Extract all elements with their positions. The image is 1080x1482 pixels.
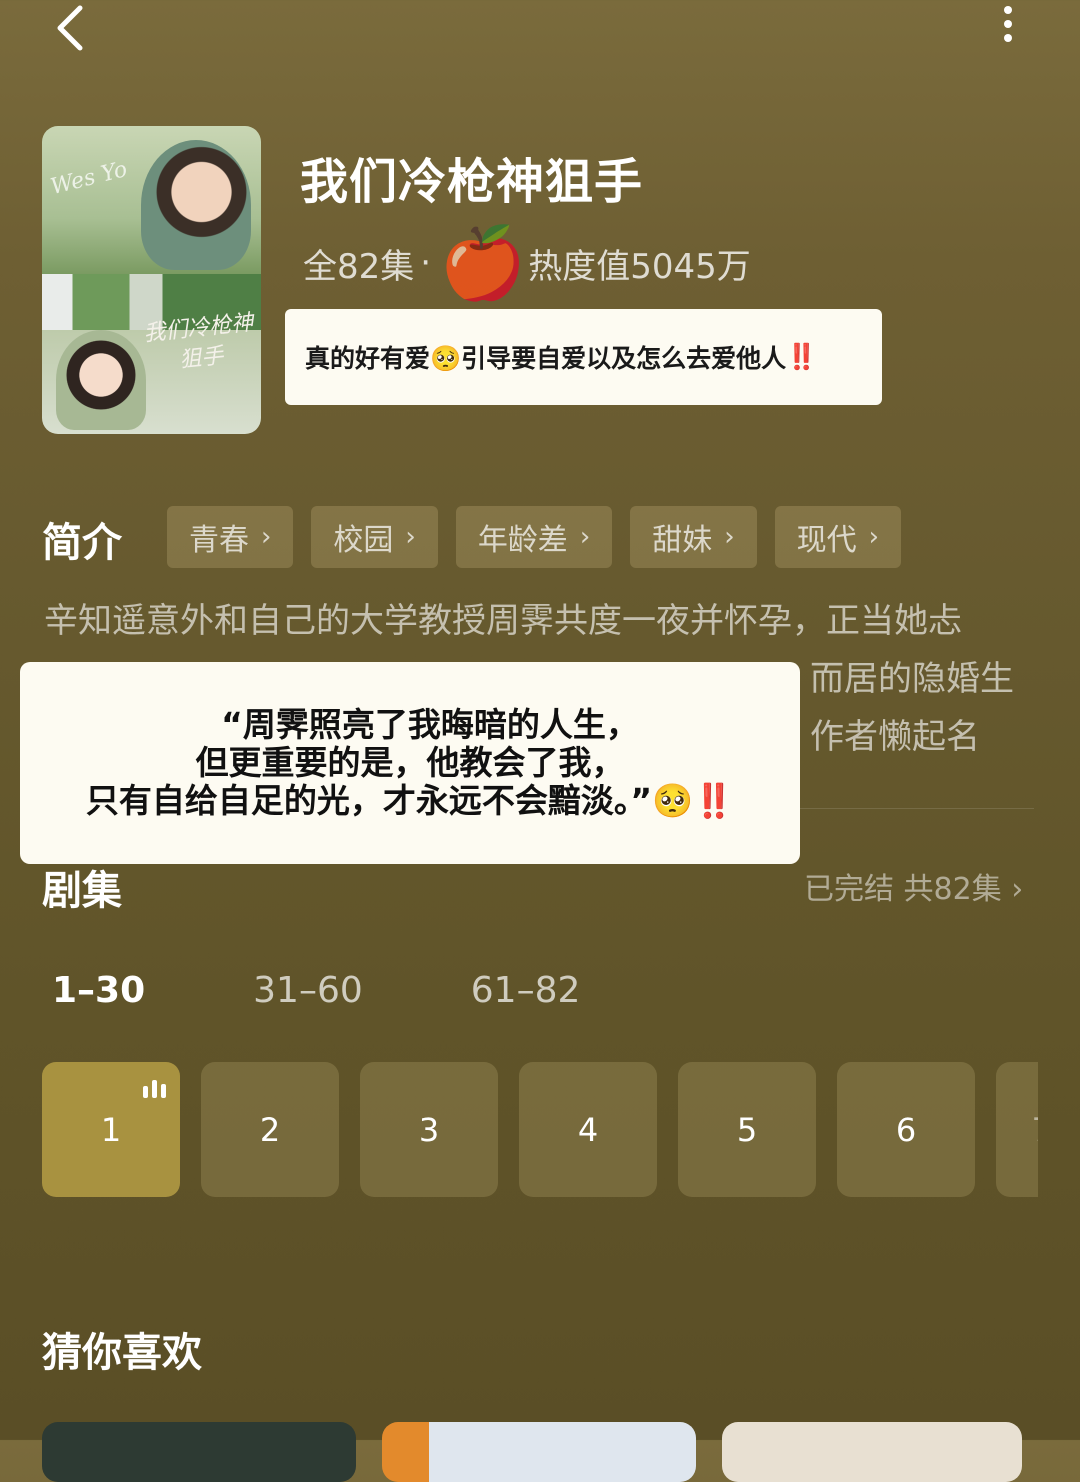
episode-button[interactable]: 1 xyxy=(42,1062,180,1197)
synopsis-line: 辛知遥意外和自己的大学教授周霁共度一夜并怀孕，正当她忐 xyxy=(44,601,962,641)
episode-button[interactable]: 4 xyxy=(519,1062,657,1197)
episode-button[interactable]: 3 xyxy=(360,1062,498,1197)
episode-count: 全82集 xyxy=(303,246,415,287)
chevron-right-icon: › xyxy=(724,522,735,552)
more-vertical-icon xyxy=(1003,6,1012,14)
quote-line: 只有自给自足的光，才永远不会黯淡。”🥺 xyxy=(85,781,694,820)
quote-overlay-card: “周霁照亮了我晦暗的人生， 但更重要的是，他教会了我， 只有自给自足的光，才永远… xyxy=(20,662,800,864)
now-playing-icon xyxy=(143,1080,166,1098)
tag-chip[interactable]: 青春 › xyxy=(167,506,294,568)
intro-heading: 简介 xyxy=(42,520,122,566)
tag-list: 青春 › 校园 › 年龄差 › 甜妹 › 现代 › xyxy=(167,506,902,568)
poster-english-title: Wes Yo xyxy=(48,156,130,201)
poster-title-calligraphy: 我们冷枪神狙手 xyxy=(142,310,255,374)
double-exclamation-icon: ‼️ xyxy=(693,781,735,820)
heat-value: 热度值5045万 xyxy=(528,246,751,287)
range-tab[interactable]: 1–30 xyxy=(52,970,145,1011)
chevron-right-icon: › xyxy=(579,522,591,552)
comment-text: 真的好有爱🥺引导要自爱以及怎么去爱他人 xyxy=(305,344,787,373)
apple-emoji: 🍎 xyxy=(439,222,527,304)
range-tab[interactable]: 61–82 xyxy=(471,970,581,1011)
recommend-thumbnail[interactable] xyxy=(382,1422,696,1482)
recommend-list xyxy=(42,1422,1022,1482)
quote-line: “周霁照亮了我晦暗的人生， xyxy=(221,705,639,744)
drama-poster[interactable]: Wes Yo 我们冷枪神狙手 xyxy=(42,126,261,434)
tag-chip[interactable]: 年龄差 › xyxy=(455,506,613,568)
recommend-heading: 猜你喜欢 xyxy=(42,1330,202,1376)
range-tab[interactable]: 31–60 xyxy=(253,970,363,1011)
tag-chip[interactable]: 校园 › xyxy=(311,506,438,568)
episode-range-tabs: 1–30 31–60 61–82 xyxy=(52,970,688,1011)
back-button[interactable] xyxy=(40,0,110,60)
episode-button[interactable]: 7 xyxy=(996,1062,1038,1197)
tag-chip[interactable]: 现代 › xyxy=(774,506,902,568)
episode-button[interactable]: 6 xyxy=(837,1062,975,1197)
comment-card: 真的好有爱🥺引导要自爱以及怎么去爱他人 ‼️ xyxy=(285,309,882,405)
episodes-heading: 剧集 xyxy=(42,868,122,914)
drama-title: 我们冷枪神狙手 xyxy=(300,154,644,210)
episode-grid: 1 2 3 4 5 6 7 xyxy=(42,1062,1038,1197)
chevron-right-icon: › xyxy=(261,522,272,552)
poster-female-lead xyxy=(56,330,146,430)
double-exclamation-icon: ‼️ xyxy=(786,342,818,371)
chevron-right-icon: › xyxy=(405,522,416,552)
meta-separator: · xyxy=(420,243,432,283)
poster-male-lead xyxy=(141,140,251,270)
episode-button[interactable]: 5 xyxy=(678,1062,816,1197)
chevron-left-icon xyxy=(57,5,83,51)
quote-line: 但更重要的是，他教会了我， xyxy=(195,743,625,782)
episode-status-link[interactable]: 已完结 共82集 › xyxy=(804,864,1023,908)
episode-button[interactable]: 2 xyxy=(201,1062,339,1197)
recommend-thumbnail[interactable] xyxy=(42,1422,356,1482)
tag-chip[interactable]: 甜妹 › xyxy=(630,506,757,568)
drama-meta: 全82集 · 🍎 热度值5045万 xyxy=(303,228,751,298)
more-button[interactable] xyxy=(985,0,1030,55)
chevron-right-icon: › xyxy=(868,522,880,552)
recommend-thumbnail[interactable] xyxy=(722,1422,1022,1482)
